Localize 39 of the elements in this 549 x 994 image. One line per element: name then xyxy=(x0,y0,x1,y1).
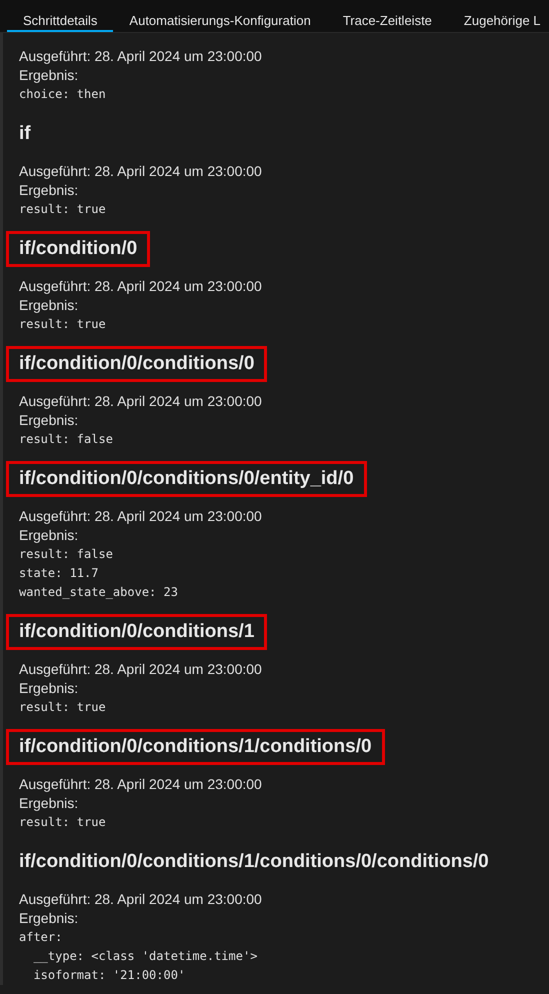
result-code-line: isoformat: '21:00:00' xyxy=(32,967,186,984)
result-label: Ergebnis: xyxy=(19,679,80,698)
result-code-line: result: true xyxy=(19,201,107,218)
executed-timestamp: Ausgeführt: 28. April 2024 um 23:00:00 xyxy=(19,277,263,296)
result-code-line: state: 11.7 xyxy=(19,565,100,582)
step-heading: if/condition/0/conditions/1 xyxy=(6,614,268,650)
executed-timestamp: Ausgeführt: 28. April 2024 um 23:00:00 xyxy=(19,660,263,679)
result-label: Ergebnis: xyxy=(19,66,80,85)
executed-timestamp: Ausgeführt: 28. April 2024 um 23:00:00 xyxy=(19,890,263,909)
result-code-line: choice: then xyxy=(19,86,107,103)
result-code-line: result: true xyxy=(19,699,107,716)
tab[interactable]: Trace-Zeitleiste xyxy=(326,10,448,32)
result-code-line: wanted_state_above: 23 xyxy=(19,584,179,601)
result-code-line: __type: <class 'datetime.time'> xyxy=(32,948,258,965)
result-label: Ergebnis: xyxy=(19,526,80,545)
step-heading: if/condition/0/conditions/1/conditions/0/conditions/0 xyxy=(18,850,490,874)
result-label: Ergebnis: xyxy=(19,909,80,928)
tab[interactable]: Zugehörige L xyxy=(448,10,549,32)
executed-timestamp: Ausgeführt: 28. April 2024 um 23:00:00 xyxy=(19,162,263,181)
result-label: Ergebnis: xyxy=(19,411,80,430)
result-code-line: result: true xyxy=(19,814,107,831)
result-label: Ergebnis: xyxy=(19,794,80,813)
result-label: Ergebnis: xyxy=(19,296,80,315)
result-code-line: result: false xyxy=(19,546,114,563)
executed-timestamp: Ausgeführt: 28. April 2024 um 23:00:00 xyxy=(19,392,263,411)
result-code-line: after: xyxy=(19,929,64,946)
result-label: Ergebnis: xyxy=(19,181,80,200)
result-code-line: result: false xyxy=(19,431,114,448)
tab[interactable]: Automatisierungs-Konfiguration xyxy=(113,10,327,32)
tab[interactable]: Schrittdetails xyxy=(7,10,114,32)
result-code-line: result: true xyxy=(19,316,107,333)
step-heading: if/condition/0/conditions/0/entity_id/0 xyxy=(6,461,367,497)
step-heading: if xyxy=(18,122,32,146)
executed-timestamp: Ausgeführt: 28. April 2024 um 23:00:00 xyxy=(19,507,263,526)
step-heading: if/condition/0 xyxy=(6,231,150,267)
step-heading: if/condition/0/conditions/0 xyxy=(6,346,268,382)
executed-timestamp: Ausgeführt: 28. April 2024 um 23:00:00 xyxy=(19,47,263,66)
executed-timestamp: Ausgeführt: 28. April 2024 um 23:00:00 xyxy=(19,775,263,794)
step-heading: if/condition/0/conditions/1/conditions/0 xyxy=(6,729,385,765)
